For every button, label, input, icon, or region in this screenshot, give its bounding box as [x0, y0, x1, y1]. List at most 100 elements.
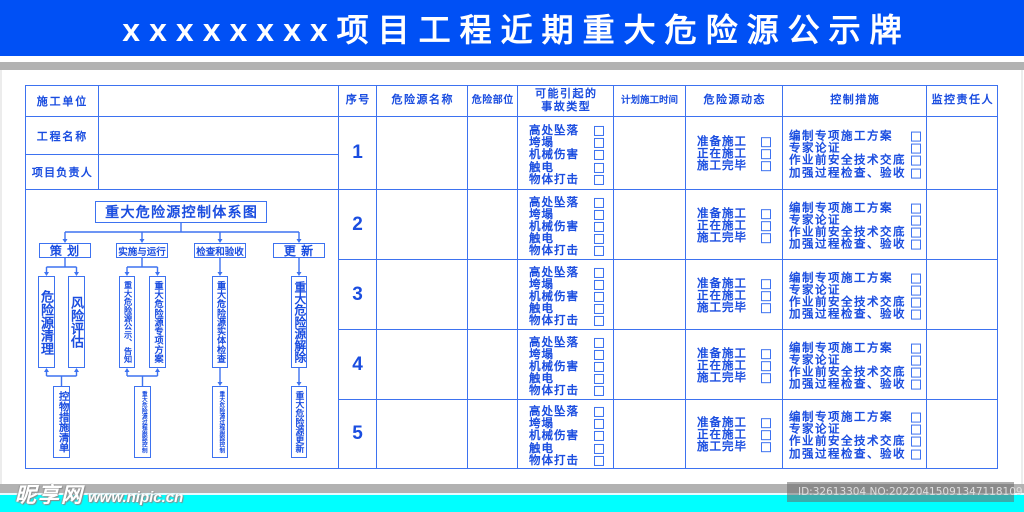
checkbox[interactable]	[911, 168, 921, 179]
checkbox[interactable]	[911, 436, 921, 447]
checkbox[interactable]	[594, 443, 604, 454]
diagram-step-label: 危险源清理	[39, 289, 54, 355]
checkbox[interactable]	[761, 418, 771, 429]
column-header-accident-types-line2: 事故类型	[541, 100, 592, 113]
construction-unit-label: 施工单位	[25, 85, 99, 117]
checkbox[interactable]	[761, 233, 771, 244]
accident-types-label: 物体打击	[529, 385, 579, 398]
checkbox[interactable]	[594, 316, 604, 327]
status-item: 正在施工	[686, 360, 782, 372]
checkbox[interactable]	[761, 208, 771, 219]
checkbox[interactable]	[594, 386, 604, 397]
checkbox[interactable]	[911, 203, 921, 214]
control-measures-label: 专家论证	[789, 284, 841, 297]
checkbox[interactable]	[594, 406, 604, 417]
status-item: 准备施工	[686, 208, 782, 220]
checkbox[interactable]	[911, 449, 921, 460]
diagram-step-physical-inspection: 重大危险源实体检查	[212, 276, 228, 368]
checkbox[interactable]	[911, 215, 921, 226]
checkbox[interactable]	[594, 150, 604, 161]
checkbox[interactable]	[911, 155, 921, 166]
checkbox[interactable]	[761, 430, 771, 441]
checkbox[interactable]	[594, 349, 604, 360]
control-measures-item: 编制专项施工方案	[783, 131, 926, 143]
checkbox[interactable]	[594, 162, 604, 173]
checkbox[interactable]	[911, 297, 921, 308]
accident-types-item: 机械伤害	[518, 361, 613, 373]
watermark-logo: 昵享网	[15, 484, 84, 507]
checkbox[interactable]	[761, 161, 771, 172]
checkbox[interactable]	[594, 209, 604, 220]
seq-cell: 2	[339, 190, 377, 260]
checkbox[interactable]	[761, 348, 771, 359]
checkbox[interactable]	[761, 220, 771, 231]
checkbox[interactable]	[911, 412, 921, 423]
checkbox[interactable]	[594, 374, 604, 385]
control-measures-item: 专家论证	[783, 284, 926, 296]
checkbox[interactable]	[594, 361, 604, 372]
checkbox[interactable]	[594, 337, 604, 348]
checkbox[interactable]	[911, 273, 921, 284]
status-label: 准备施工	[697, 417, 747, 430]
checkbox[interactable]	[761, 149, 771, 160]
status-item: 准备施工	[686, 348, 782, 360]
checkbox[interactable]	[761, 137, 771, 148]
checkbox[interactable]	[594, 304, 604, 315]
status-label: 准备施工	[697, 277, 747, 290]
checkbox[interactable]	[911, 309, 921, 320]
checkbox[interactable]	[911, 227, 921, 238]
control-measures-item: 编制专项施工方案	[783, 342, 926, 354]
checkbox[interactable]	[594, 267, 604, 278]
checkbox[interactable]	[911, 355, 921, 366]
right-edge-line	[1021, 70, 1023, 484]
project-manager-label: 项目负责人	[25, 155, 99, 190]
checkbox[interactable]	[911, 367, 921, 378]
checkbox[interactable]	[761, 373, 771, 384]
seq-cell: 3	[339, 260, 377, 330]
checkbox[interactable]	[594, 138, 604, 149]
seq-cell: 5	[339, 400, 377, 469]
checkbox[interactable]	[911, 239, 921, 250]
control-measures-item: 作业前安全技术交底	[783, 296, 926, 308]
checkbox[interactable]	[911, 143, 921, 154]
hazard-location-cell	[468, 260, 518, 330]
checkbox[interactable]	[594, 279, 604, 290]
accident-types-item: 触电	[518, 373, 613, 385]
checkbox[interactable]	[911, 285, 921, 296]
checkbox[interactable]	[761, 278, 771, 289]
control-measures-label: 专家论证	[789, 423, 841, 436]
checkbox[interactable]	[594, 234, 604, 245]
accident-types-label: 触电	[529, 233, 554, 246]
accident-types-item: 高处坠落	[518, 406, 613, 418]
status-list: 准备施工 正在施工 施工完毕	[686, 278, 782, 315]
checkbox[interactable]	[594, 221, 604, 232]
checkbox[interactable]	[594, 431, 604, 442]
checkbox[interactable]	[911, 379, 921, 390]
checkbox[interactable]	[761, 303, 771, 314]
checkbox[interactable]	[911, 131, 921, 142]
checkbox[interactable]	[594, 174, 604, 185]
accident-types-label: 物体打击	[529, 454, 579, 467]
status-cell: 准备施工 正在施工 施工完毕	[686, 117, 783, 190]
checkbox[interactable]	[761, 360, 771, 371]
checkbox[interactable]	[594, 455, 604, 466]
checkbox[interactable]	[761, 290, 771, 301]
status-label: 正在施工	[697, 219, 747, 232]
checkbox[interactable]	[911, 343, 921, 354]
hazard-location-cell	[468, 117, 518, 190]
control-measures-label: 专家论证	[789, 214, 841, 227]
status-cell: 准备施工 正在施工 施工完毕	[686, 400, 783, 469]
control-measures-item: 加强过程检查、验收	[783, 167, 926, 179]
checkbox[interactable]	[594, 291, 604, 302]
project-manager-value	[99, 155, 339, 190]
checkbox[interactable]	[911, 424, 921, 435]
planned-time-cell	[614, 260, 686, 330]
checkbox[interactable]	[594, 246, 604, 257]
checkbox[interactable]	[594, 197, 604, 208]
supervisor-cell	[927, 400, 998, 469]
checkbox[interactable]	[594, 125, 604, 136]
table-row: 3 高处坠落 垮塌 机械伤害 触电 物体打击 准备施工 正在施工 施工完毕 编制专项施工方案 专家论…	[339, 260, 998, 330]
checkbox[interactable]	[761, 442, 771, 453]
column-header-status: 危险源动态	[686, 85, 783, 117]
checkbox[interactable]	[594, 419, 604, 430]
